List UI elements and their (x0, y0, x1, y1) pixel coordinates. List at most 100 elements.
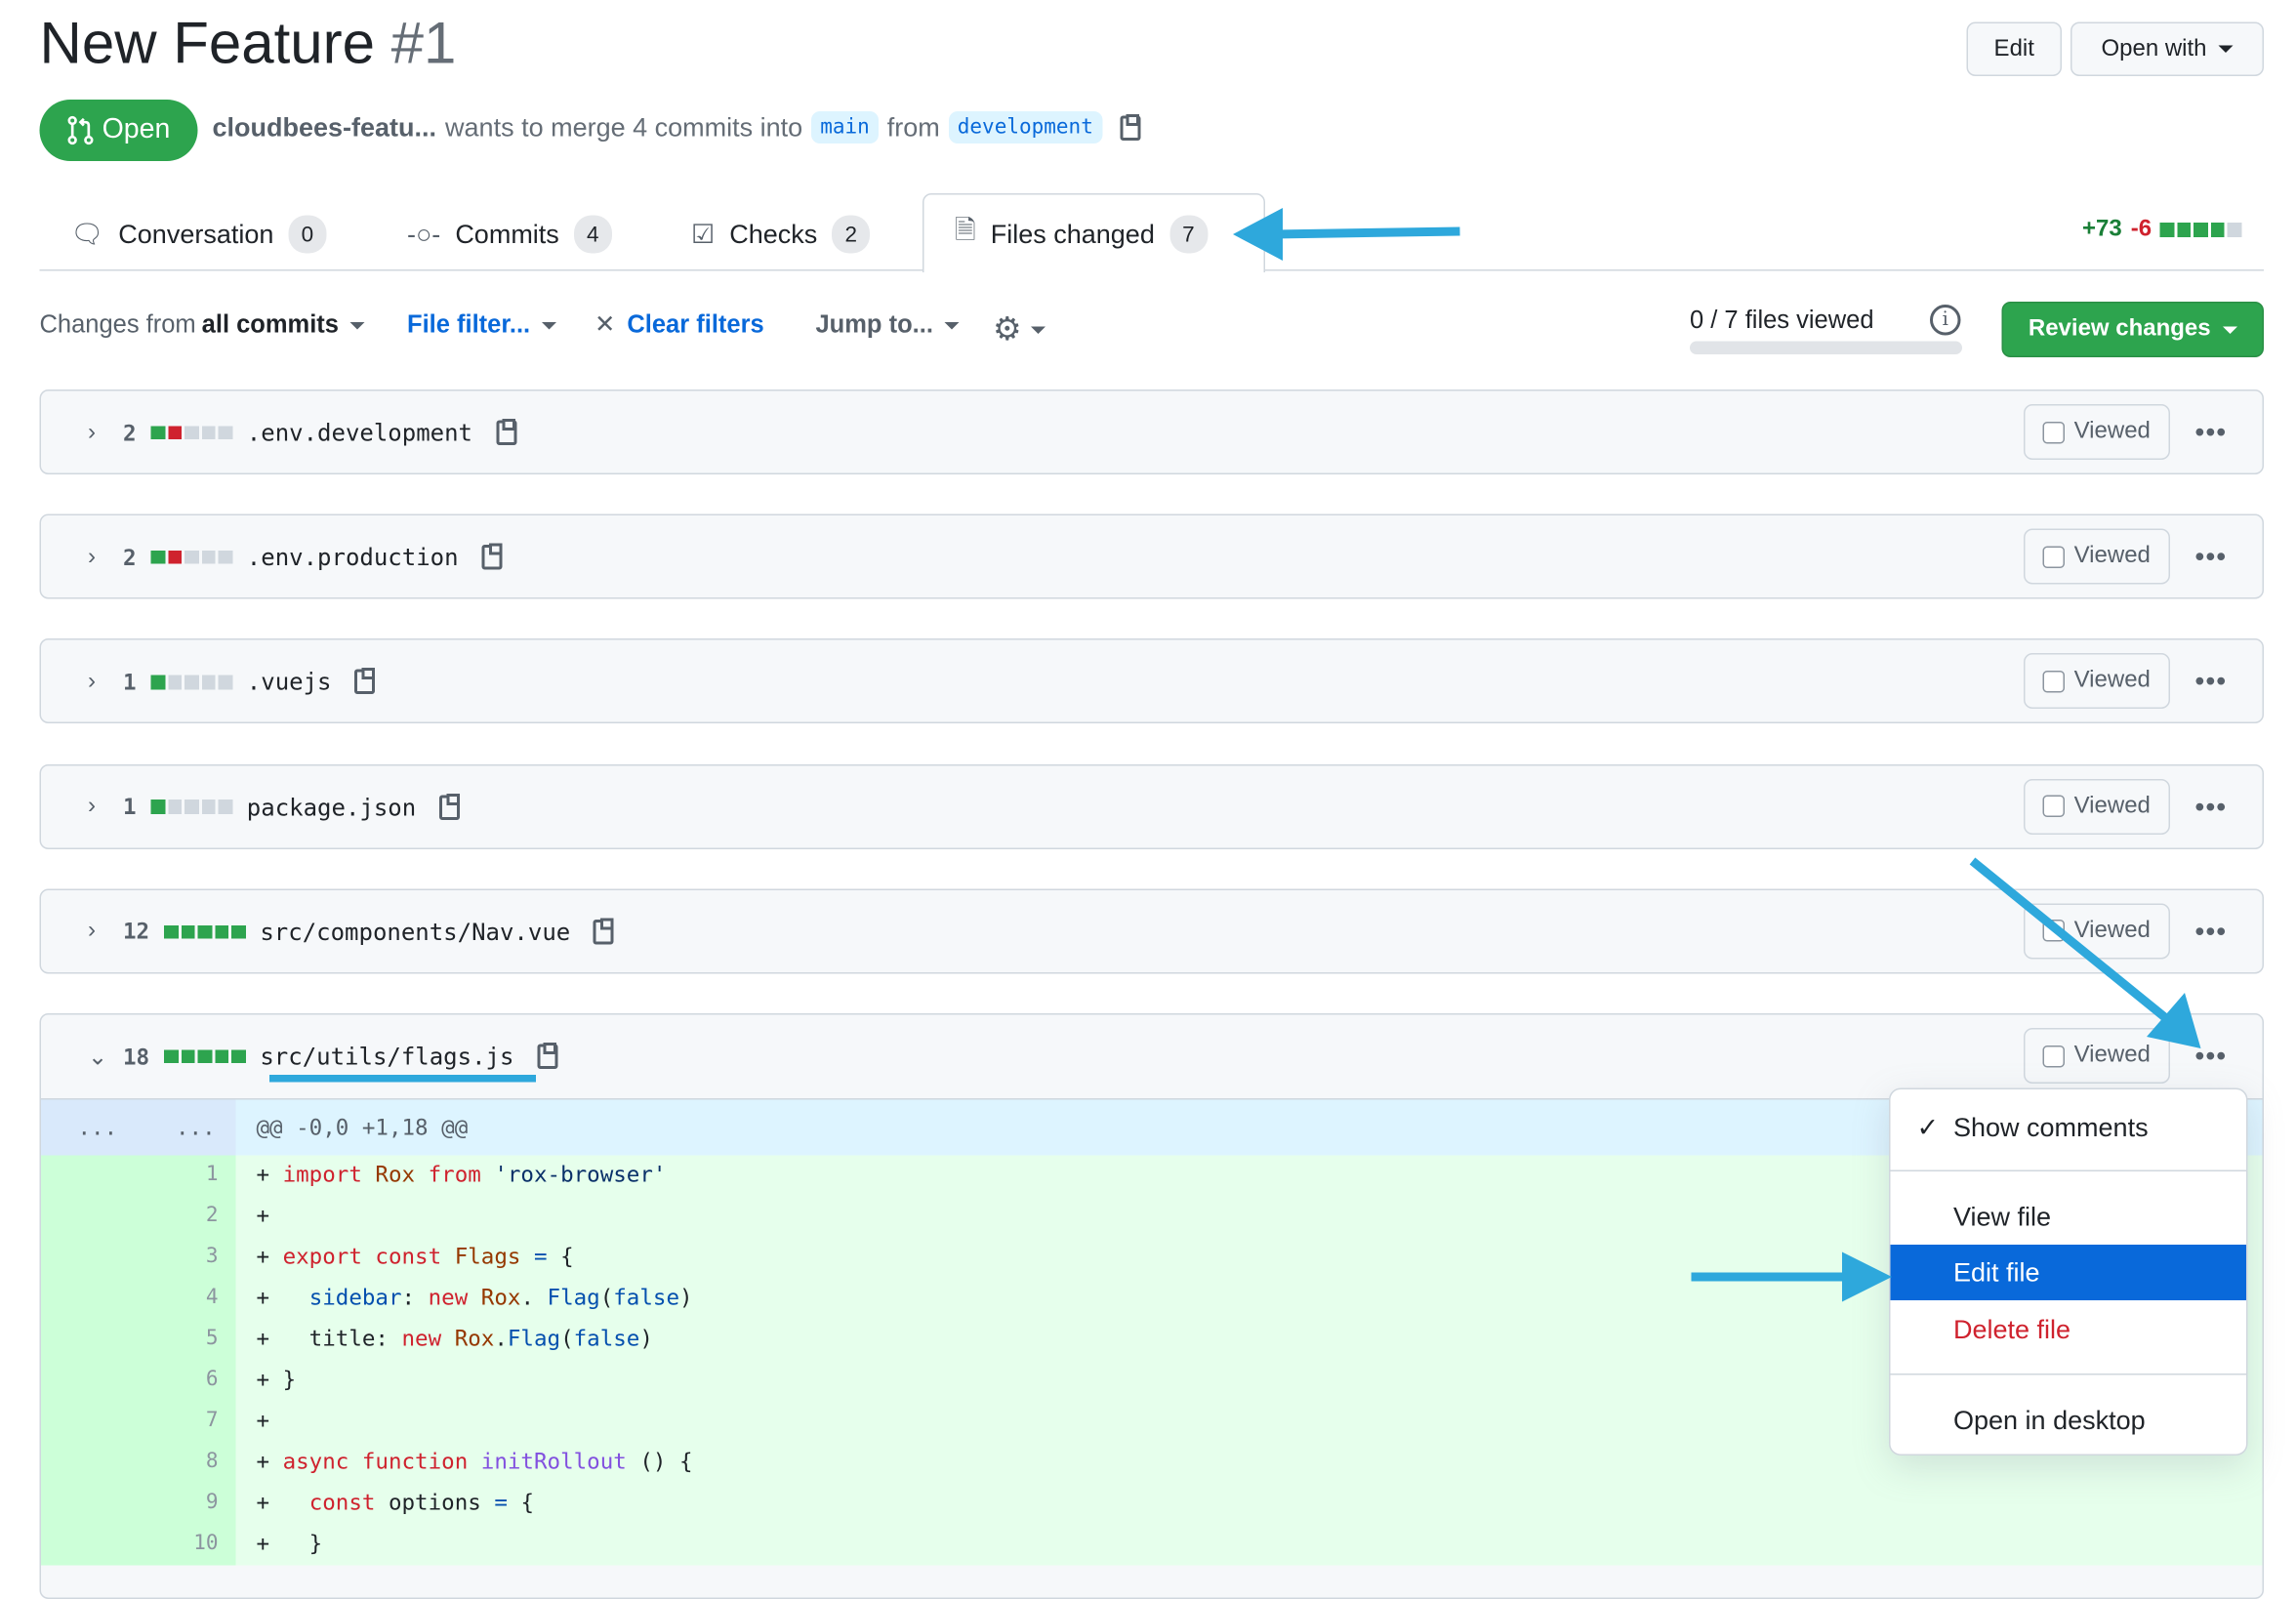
base-branch[interactable]: main (811, 111, 879, 144)
viewed-label: Viewed (2073, 419, 2151, 444)
file-diff: › 2 .env.development Viewed ••• (39, 390, 2264, 474)
settings-dropdown[interactable]: ⚙ (993, 310, 1046, 348)
file-name[interactable]: package.json (247, 793, 416, 821)
tab-count: 7 (1168, 215, 1208, 254)
more-options-icon[interactable]: ••• (2195, 917, 2228, 948)
author-link[interactable]: cloudbees-featu... (213, 112, 437, 144)
line-number[interactable]: 4 (206, 1286, 219, 1309)
copy-icon[interactable] (481, 543, 503, 570)
more-options-icon[interactable]: ••• (2195, 792, 2228, 823)
file-name[interactable]: .env.production (247, 544, 459, 572)
viewed-checkbox[interactable]: Viewed (2024, 404, 2170, 460)
tab-files-changed[interactable]: 🗎 Files changed 7 (955, 205, 1208, 264)
copy-icon[interactable] (1119, 113, 1140, 141)
edit-button[interactable]: Edit (1966, 21, 2062, 76)
head-branch[interactable]: development (948, 111, 1102, 144)
more-options-icon[interactable]: ••• (2195, 1042, 2228, 1073)
review-changes-button[interactable]: Review changes (2001, 302, 2264, 357)
copy-icon[interactable] (495, 419, 516, 445)
diffstat-block (184, 800, 199, 814)
menu-item-open-in-desktop[interactable]: Open in desktop (1891, 1393, 2247, 1449)
diffstat-block (201, 800, 216, 814)
copy-icon[interactable] (594, 918, 615, 945)
copy-icon[interactable] (439, 793, 461, 820)
clear-filters-button[interactable]: ✕ Clear filters (594, 310, 764, 340)
tab-commits[interactable]: -○- Commits 4 (407, 205, 612, 264)
menu-item-show-comments[interactable]: ✓ Show comments (1891, 1100, 2247, 1156)
file-name[interactable]: src/components/Nav.vue (260, 918, 570, 946)
expand-down[interactable]: ... (176, 1115, 216, 1141)
commit-icon: -○- (407, 219, 441, 249)
line-number[interactable]: 2 (206, 1204, 219, 1227)
info-icon[interactable]: i (1930, 305, 1961, 336)
code-token: + (256, 1202, 270, 1229)
code-token: new (401, 1325, 455, 1352)
more-options-icon[interactable]: ••• (2195, 667, 2228, 698)
line-number[interactable]: 7 (206, 1409, 219, 1432)
code-token: + title: (256, 1325, 402, 1352)
caret-down-icon (1030, 325, 1046, 334)
checkbox-icon (2043, 670, 2066, 693)
file-name[interactable]: src/utils/flags.js (260, 1043, 513, 1071)
code-content: + export const Flags = { (257, 1244, 574, 1270)
chevron-right-icon[interactable]: › (88, 545, 108, 571)
file-name[interactable]: .vuejs (247, 669, 332, 697)
code-token: + (256, 1243, 283, 1270)
line-number[interactable]: 6 (206, 1368, 219, 1391)
code-token: Rox (480, 1284, 521, 1311)
all-commits-label: all commits (201, 310, 339, 339)
menu-divider (1890, 1169, 2246, 1171)
expand-up[interactable]: ... (78, 1115, 118, 1141)
file-filter-dropdown[interactable]: File filter... (407, 310, 557, 340)
chevron-right-icon[interactable]: › (88, 794, 108, 820)
viewed-checkbox[interactable]: Viewed (2024, 778, 2170, 835)
changes-count: 2 (123, 544, 137, 571)
line-number[interactable]: 8 (206, 1450, 219, 1473)
menu-divider (1890, 1374, 2246, 1375)
code-token: () { (626, 1448, 693, 1475)
changes-from-dropdown[interactable]: Changes from all commits (40, 310, 365, 340)
menu-label: Delete file (1953, 1314, 2071, 1344)
code-content: + } (257, 1367, 297, 1393)
viewed-checkbox[interactable]: Viewed (2024, 1028, 2170, 1084)
line-number[interactable]: 1 (206, 1163, 219, 1186)
file-filter-label: File filter... (407, 310, 531, 339)
checklist-icon: ☑ (691, 219, 716, 249)
open-with-button[interactable]: Open with (2070, 21, 2264, 76)
line-number[interactable]: 9 (206, 1491, 219, 1514)
menu-item-edit-file[interactable]: Edit file (1890, 1245, 2246, 1300)
code-token: from (428, 1161, 495, 1188)
chevron-down-icon[interactable]: ⌄ (88, 1042, 108, 1071)
code-token: sidebar (308, 1284, 402, 1311)
file-diff-icon: 🗎 (955, 215, 976, 245)
hunk-gutter[interactable]: ...... (41, 1099, 236, 1157)
diffstat-block (197, 924, 212, 939)
status-label: Open (102, 114, 171, 145)
checkbox-icon (2043, 421, 2066, 443)
jump-to-dropdown[interactable]: Jump to... (816, 310, 960, 340)
code-token: + (256, 1489, 309, 1516)
line-number[interactable]: 3 (206, 1245, 219, 1268)
menu-item-view-file[interactable]: View file (1891, 1189, 2247, 1245)
chevron-right-icon[interactable]: › (88, 420, 108, 446)
more-options-icon[interactable]: ••• (2195, 418, 2228, 449)
more-options-icon[interactable]: ••• (2195, 542, 2228, 573)
code-token: = (533, 1243, 561, 1270)
viewed-label: Viewed (2073, 543, 2151, 569)
viewed-checkbox[interactable]: Viewed (2024, 903, 2170, 960)
tab-checks[interactable]: ☑ Checks 2 (691, 205, 871, 264)
chevron-right-icon[interactable]: › (88, 919, 108, 945)
viewed-checkbox[interactable]: Viewed (2024, 528, 2170, 585)
file-name[interactable]: .env.development (247, 419, 472, 447)
code-token: + } (256, 1366, 297, 1393)
diffstat-block (184, 675, 199, 689)
copy-icon[interactable] (354, 668, 376, 695)
viewed-checkbox[interactable]: Viewed (2024, 653, 2170, 710)
copy-icon[interactable] (537, 1043, 558, 1069)
code-token: export const (282, 1243, 455, 1270)
line-number[interactable]: 5 (206, 1327, 219, 1350)
menu-item-delete-file[interactable]: Delete file (1891, 1302, 2247, 1358)
chevron-right-icon[interactable]: › (88, 669, 108, 695)
line-number[interactable]: 10 (193, 1532, 218, 1555)
tab-conversation[interactable]: 🗨 Conversation 0 (70, 205, 327, 264)
